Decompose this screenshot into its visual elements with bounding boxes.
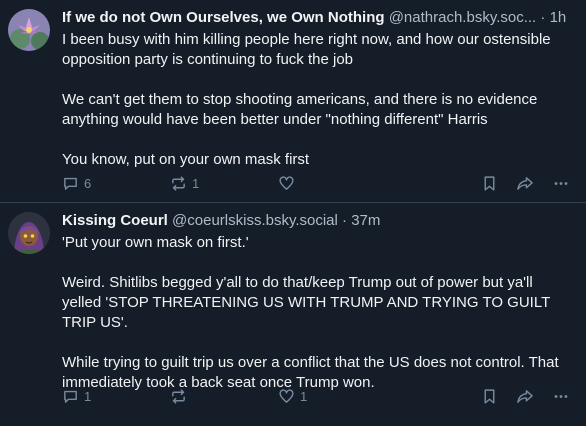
repost-button[interactable] — [170, 388, 192, 405]
reply-icon — [62, 175, 79, 192]
reply-icon — [62, 388, 79, 405]
more-options-button[interactable] — [552, 175, 570, 192]
author-name[interactable]: Kissing Coeurl — [62, 212, 168, 229]
post-header: Kissing Coeurl @coeurlskiss.bsky.social … — [62, 211, 572, 231]
repost-icon — [170, 175, 187, 192]
repost-button[interactable]: 1 — [170, 175, 199, 192]
bookmark-icon — [481, 388, 498, 405]
heart-icon — [278, 388, 295, 405]
post-paragraph: I been busy with him killing people here… — [62, 31, 551, 68]
post-actions: 6 1 — [62, 175, 572, 195]
reply-count: 6 — [84, 176, 92, 191]
post[interactable]: If we do not Own Ourselves, we Own Nothi… — [0, 0, 586, 202]
reply-button[interactable]: 1 — [62, 388, 91, 405]
share-button[interactable] — [516, 388, 534, 405]
share-icon — [516, 388, 534, 405]
post-paragraph: Weird. Shitlibs begged y'all to do that/… — [62, 274, 550, 331]
post-paragraph: We can't get them to stop shooting ameri… — [62, 91, 538, 128]
author-handle[interactable]: @coeurlskiss.bsky.social — [172, 212, 338, 229]
separator: · — [342, 212, 348, 229]
like-count: 1 — [300, 389, 308, 404]
post-text: I been busy with him killing people here… — [62, 30, 572, 170]
avatar[interactable] — [8, 212, 50, 254]
author-name[interactable]: If we do not Own Ourselves, we Own Nothi… — [62, 9, 385, 26]
avatar[interactable] — [8, 9, 50, 51]
post-paragraph: You know, put on your own mask first — [62, 151, 310, 168]
reply-button[interactable]: 6 — [62, 175, 91, 192]
post-paragraph: While trying to guilt trip us over a con… — [62, 354, 559, 391]
like-button[interactable] — [278, 175, 300, 192]
share-icon — [516, 175, 534, 192]
more-icon — [552, 175, 570, 192]
share-button[interactable] — [516, 175, 534, 192]
post-text: 'Put your own mask on first.' Weird. Shi… — [62, 233, 572, 393]
repost-count: 1 — [192, 176, 200, 191]
post-time[interactable]: 37m — [351, 212, 380, 229]
separator: · — [540, 9, 546, 26]
reply-count: 1 — [84, 389, 92, 404]
post[interactable]: Kissing Coeurl @coeurlskiss.bsky.social … — [0, 202, 586, 426]
bookmark-button[interactable] — [481, 175, 498, 192]
post-actions: 1 1 — [62, 388, 572, 408]
more-options-button[interactable] — [552, 388, 570, 405]
post-header: If we do not Own Ourselves, we Own Nothi… — [62, 8, 572, 28]
heart-icon — [278, 175, 295, 192]
post-time[interactable]: 1h — [550, 9, 567, 26]
bookmark-button[interactable] — [481, 388, 498, 405]
bookmark-icon — [481, 175, 498, 192]
author-handle[interactable]: @nathrach.bsky.soc... — [389, 9, 537, 26]
post-paragraph: 'Put your own mask on first.' — [62, 234, 249, 251]
repost-icon — [170, 388, 187, 405]
more-icon — [552, 388, 570, 405]
like-button[interactable]: 1 — [278, 388, 307, 405]
